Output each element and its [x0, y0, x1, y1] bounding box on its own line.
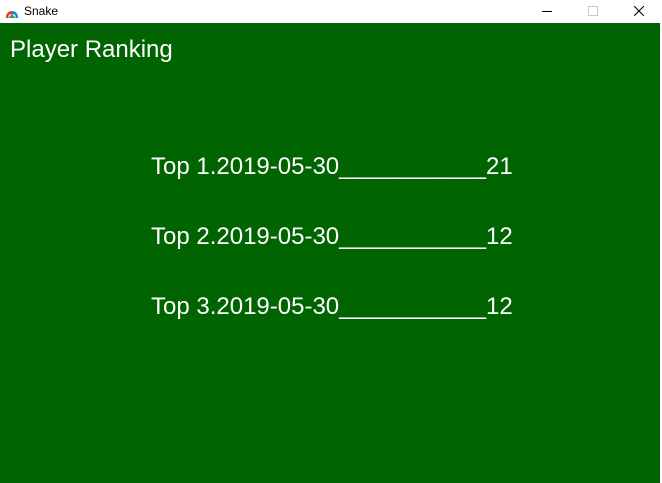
game-window: Snake Player Ranking Top 1.2019-05-30___…: [0, 0, 662, 483]
ranking-list: Top 1.2019-05-30___________21 Top 2.2019…: [151, 153, 513, 363]
game-canvas: Player Ranking Top 1.2019-05-30_________…: [0, 23, 660, 483]
snake-app-icon: [5, 6, 19, 18]
ranking-entry: Top 3.2019-05-30___________12: [151, 293, 513, 320]
close-icon: [633, 3, 645, 21]
maximize-button[interactable]: [570, 0, 616, 23]
maximize-icon: [588, 3, 598, 21]
ranking-entry: Top 1.2019-05-30___________21: [151, 153, 513, 180]
close-button[interactable]: [616, 0, 662, 23]
minimize-icon: [542, 3, 552, 21]
ranking-heading: Player Ranking: [10, 36, 173, 63]
title-bar[interactable]: Snake: [0, 0, 662, 23]
minimize-button[interactable]: [524, 0, 570, 23]
ranking-entry: Top 2.2019-05-30___________12: [151, 223, 513, 250]
window-title: Snake: [24, 4, 59, 18]
